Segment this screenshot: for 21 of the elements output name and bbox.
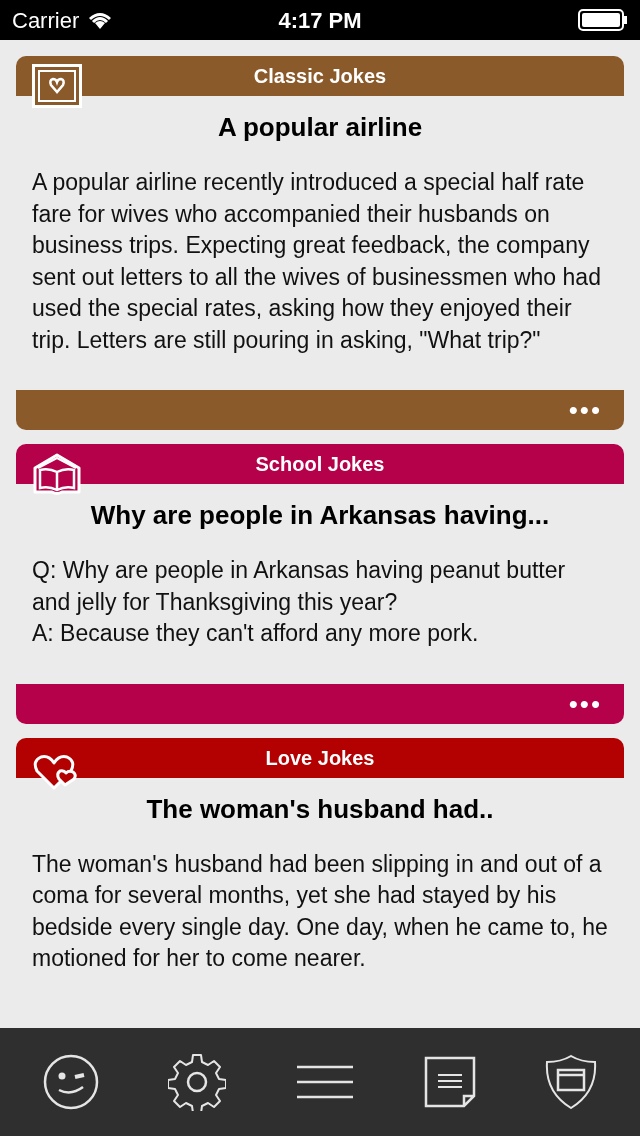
category-title: Classic Jokes bbox=[253, 64, 387, 89]
settings-icon[interactable] bbox=[168, 1053, 227, 1111]
joke-title: The woman's husband had.. bbox=[145, 792, 495, 826]
wifi-icon bbox=[87, 11, 114, 29]
battery-icon bbox=[578, 9, 628, 31]
more-button[interactable]: ••• bbox=[568, 397, 602, 423]
joke-text: The woman's husband had been slipping in and out of a coma for several months, yet she had stayed by his bedside every single day. One day, when he came to, he motioned for her to come nearer. bbox=[32, 849, 608, 973]
category-title: Love Jokes bbox=[265, 745, 375, 771]
more-button[interactable]: ••• bbox=[568, 690, 602, 717]
shield-icon[interactable] bbox=[545, 1054, 598, 1110]
status-time: 4:17 PM bbox=[278, 6, 362, 35]
winking-face-icon[interactable] bbox=[42, 1054, 99, 1110]
joke-text: A popular airline recently introduced a special half rate fare for wives who accompanied their husbands on business trips. Expecting great feedback, the company sent out letters to all the wives of businessmen who had used the special rates, asking how they enjoyed their trip. Letters are still pouring in asking, "What trip?" bbox=[32, 168, 602, 355]
joke-text: Q: Why are people in Arkansas having peanut butter and jelly for Thanksgiving this year? bbox=[32, 556, 567, 617]
joke-title: Why are people in Arkansas having... bbox=[89, 499, 551, 532]
joke-text: A: Because they can't afford any more pork. bbox=[32, 619, 480, 648]
menu-icon[interactable] bbox=[296, 1064, 354, 1100]
category-title: School Jokes bbox=[255, 452, 385, 477]
carrier-name: Carrier bbox=[12, 6, 80, 35]
note-icon[interactable] bbox=[423, 1056, 476, 1108]
joke-title: A popular airline bbox=[216, 111, 424, 144]
